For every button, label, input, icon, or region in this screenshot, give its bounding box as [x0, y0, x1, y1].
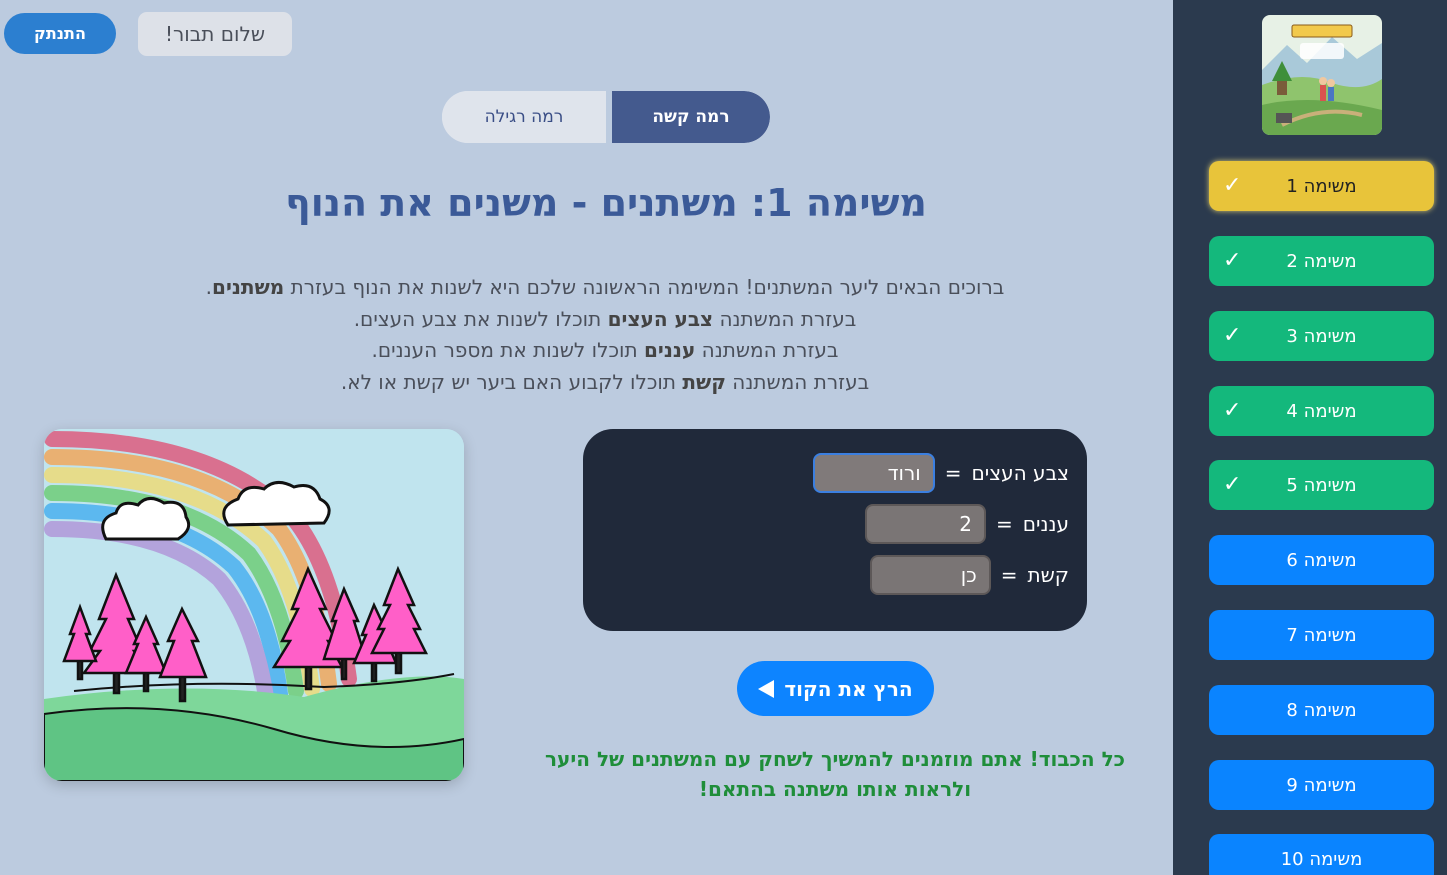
mission-label: משימה 9 — [1286, 774, 1357, 796]
clouds-input[interactable] — [864, 504, 986, 544]
variable-name-tree-color: צבע העצים — [971, 461, 1070, 485]
missions-sidebar: ✓ משימה 1 ✓ משימה 2 ✓ משימה 3 ✓ משימה 4 … — [1173, 0, 1447, 875]
check-icon: ✓ — [1223, 472, 1242, 497]
description-line-1: ברוכים הבאים ליער המשתנים! המשימה הראשונ… — [205, 275, 1005, 299]
sidebar-item-mission-5[interactable]: ✓ משימה 5 — [1209, 460, 1434, 510]
level-regular-button[interactable]: רמה רגילה — [442, 91, 606, 143]
check-icon: ✓ — [1223, 398, 1242, 423]
rainbow-input[interactable] — [869, 555, 991, 595]
mission-label: משימה 10 — [1280, 848, 1363, 870]
level-toggle: רמה רגילה רמה קשה — [442, 91, 770, 143]
sidebar-item-mission-9[interactable]: משימה 9 — [1209, 760, 1434, 810]
variable-name-rainbow: קשת — [1027, 563, 1069, 587]
level-hard-button[interactable]: רמה קשה — [612, 91, 770, 143]
success-message: כל הכבוד! אתם מוזמנים להמשיך לשחק עם המש… — [544, 747, 1126, 801]
tree-color-input[interactable] — [812, 453, 935, 493]
sidebar-item-mission-7[interactable]: משימה 7 — [1209, 610, 1434, 660]
mission-label: משימה 8 — [1286, 699, 1357, 721]
equals-sign: = — [1000, 563, 1018, 587]
mission-label: משימה 4 — [1286, 400, 1357, 422]
sidebar-item-mission-1[interactable]: ✓ משימה 1 — [1209, 161, 1434, 211]
mission-label: משימה 7 — [1286, 624, 1357, 646]
variable-row-rainbow: קשת = — [869, 555, 1069, 595]
check-icon: ✓ — [1223, 248, 1242, 273]
play-icon — [758, 679, 775, 698]
sidebar-item-mission-10[interactable]: משימה 10 — [1209, 834, 1434, 875]
sidebar-item-mission-2[interactable]: ✓ משימה 2 — [1209, 236, 1434, 286]
variable-row-clouds: עננים = — [864, 504, 1069, 544]
equals-sign: = — [944, 461, 962, 485]
mission-label: משימה 6 — [1286, 549, 1357, 571]
mission-label: משימה 3 — [1286, 325, 1357, 347]
forest-scene — [44, 429, 464, 781]
description-line-4: בעזרת המשתנה קשת תוכלו לקבוע האם ביער יש… — [340, 369, 870, 394]
check-icon: ✓ — [1223, 323, 1242, 348]
page-title: משימה 1: משתנים - משנים את הנוף — [285, 181, 927, 225]
variable-name-clouds: עננים — [1022, 512, 1069, 536]
forest-scene-drawing — [44, 429, 464, 781]
sidebar-item-mission-6[interactable]: משימה 6 — [1209, 535, 1434, 585]
check-icon: ✓ — [1223, 173, 1242, 198]
greeting-badge: שלום תבור! — [138, 12, 292, 56]
description-line-3: בעזרת המשתנה עננים תוכלו לשנות את מספר ה… — [371, 338, 839, 362]
book-cover-image — [1262, 15, 1382, 135]
code-panel: צבע העצים = עננים = קשת = — [583, 429, 1087, 631]
sidebar-item-mission-8[interactable]: משימה 8 — [1209, 685, 1434, 735]
sidebar-item-mission-4[interactable]: ✓ משימה 4 — [1209, 386, 1434, 436]
sidebar-item-mission-3[interactable]: ✓ משימה 3 — [1209, 311, 1434, 361]
variable-row-tree-color: צבע העצים = — [812, 453, 1070, 493]
mission-label: משימה 5 — [1286, 474, 1357, 496]
equals-sign: = — [995, 512, 1013, 536]
mission-description: ברוכים הבאים ליער המשתנים! המשימה הראשונ… — [130, 272, 1080, 398]
logout-button[interactable]: התנתק — [4, 13, 116, 54]
book-cover-drawing — [1262, 15, 1382, 135]
run-code-label: הרץ את הקוד — [784, 676, 913, 701]
mission-label: משימה 1 — [1286, 175, 1357, 197]
mission-label: משימה 2 — [1286, 250, 1357, 272]
run-code-button[interactable]: הרץ את הקוד — [737, 661, 934, 716]
description-line-2: בעזרת המשתנה צבע העצים תוכלו לשנות את צב… — [353, 306, 857, 331]
